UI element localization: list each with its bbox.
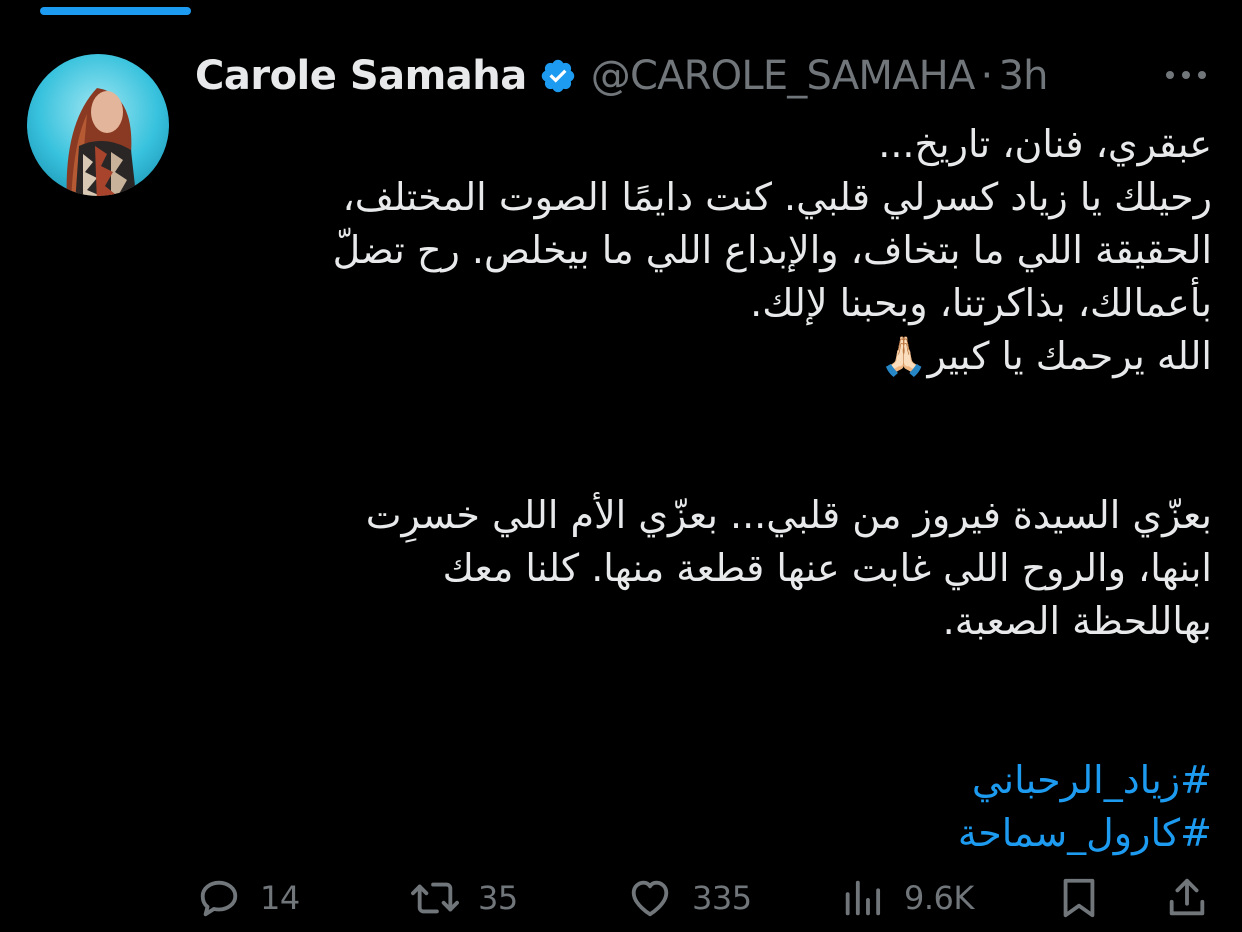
tweet-line: الحقيقة اللي ما بتخاف، والإبداع اللي ما …: [332, 228, 1212, 272]
like-button[interactable]: 335: [626, 868, 752, 928]
tweet-line: بعزّي السيدة فيروز من قلبي... بعزّي الأم…: [365, 493, 1212, 537]
tweet-line: عبقري، فنان، تاريخ...: [878, 122, 1212, 166]
tweet-line: ابنها، والروح اللي غابت عنها قطعة منها. …: [442, 546, 1212, 590]
retweet-button[interactable]: 35: [410, 868, 518, 928]
reply-count: 14: [260, 879, 300, 917]
views-bars-icon: [845, 880, 881, 916]
separator-dot: ·: [980, 53, 994, 99]
avatar[interactable]: [27, 54, 169, 196]
like-count: 335: [692, 879, 752, 917]
heart-icon: [631, 880, 669, 917]
share-button[interactable]: [1164, 868, 1210, 928]
hashtag-link[interactable]: #زياد_الرحباني: [192, 754, 1212, 807]
retweet-icon: [411, 882, 459, 914]
hashtag-link[interactable]: #كارول_سماحة: [192, 807, 1212, 860]
tweet-line: الله يرحمك يا كبير🙏🏻: [880, 334, 1212, 378]
tweet-line: بهاللحظة الصعبة.: [942, 599, 1212, 643]
bookmark-icon: [1063, 878, 1095, 918]
display-name[interactable]: Carole Samaha: [195, 53, 527, 99]
tweet-line: بأعمالك، بذاكرتنا، وبحبنا لإلك.: [750, 281, 1212, 325]
user-handle[interactable]: @CAROLE_SAMAHA: [591, 53, 976, 99]
timestamp[interactable]: 3h: [998, 53, 1048, 99]
tweet-text: عبقري، فنان، تاريخ... رحيلك يا زياد كسرل…: [192, 118, 1212, 860]
reply-bubble-icon: [200, 880, 238, 917]
reply-button[interactable]: 14: [196, 868, 300, 928]
tweet-header: Carole Samaha @CAROLE_SAMAHA · 3h: [195, 50, 1225, 102]
views-button[interactable]: 9.6K: [840, 868, 974, 928]
top-indicator-bar: [40, 7, 191, 15]
tweet-line: رحيلك يا زياد كسرلي قلبي. كنت دايمًا الص…: [342, 175, 1212, 219]
bookmark-button[interactable]: [1056, 868, 1102, 928]
more-dots-icon[interactable]: [1163, 62, 1209, 88]
share-icon: [1169, 878, 1205, 916]
views-count: 9.6K: [904, 879, 974, 917]
tweet-actions-bar: 14 35 335 9.6K: [0, 868, 1242, 928]
verified-badge-icon[interactable]: [539, 57, 577, 95]
retweet-count: 35: [478, 879, 518, 917]
